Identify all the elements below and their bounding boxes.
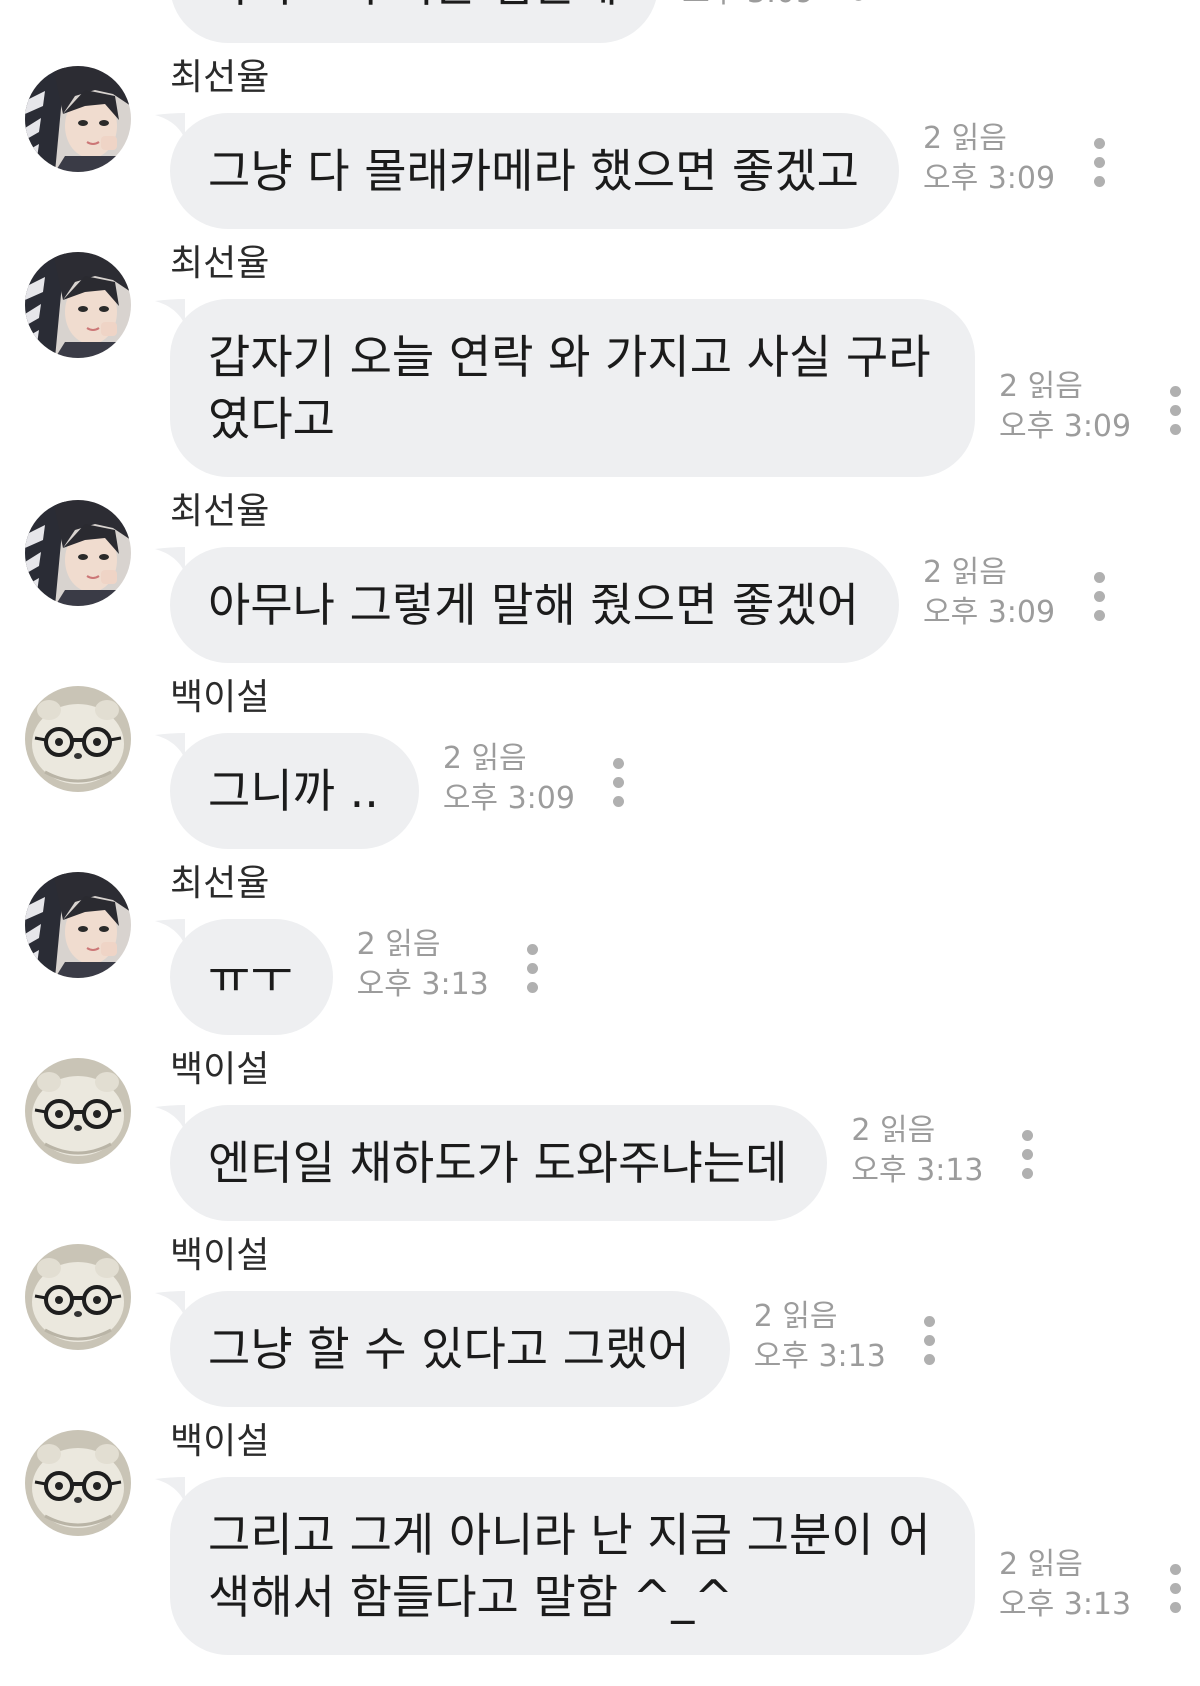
message-time: 오후 3:13 bbox=[851, 1153, 984, 1188]
read-count: 2 읽음 bbox=[442, 741, 527, 776]
message-bubble[interactable]: 그리고 그게 아니라 난 지금 그분이 어색해서 함들다고 말함 ^_^ bbox=[170, 1477, 975, 1655]
bubble-tail-icon bbox=[155, 113, 185, 139]
bubble-tail-icon bbox=[155, 919, 185, 945]
message-row: 백이설 엔터일 채하도가 도와주냐는데 2 읽음 오후 3:13 bbox=[0, 1038, 1200, 1224]
selfie-avatar-icon bbox=[25, 66, 131, 172]
message-meta: 2 읽음 오후 3:09 bbox=[999, 367, 1131, 447]
message-bubble[interactable]: 엔터일 채하도가 도와주냐는데 bbox=[170, 1105, 828, 1221]
message-time: 오후 3:09 bbox=[922, 161, 1056, 196]
glasses-plush-avatar-icon bbox=[25, 1058, 131, 1164]
sender-avatar[interactable] bbox=[25, 1244, 131, 1350]
read-count: 2 읽음 bbox=[356, 927, 441, 962]
read-count: 2 읽음 bbox=[851, 1113, 936, 1148]
message-meta: 2 읽음 오후 3:09 bbox=[923, 553, 1055, 633]
bubble-tail-icon bbox=[155, 733, 185, 759]
selfie-avatar-icon bbox=[25, 500, 131, 606]
bubble-tail-icon bbox=[155, 1477, 185, 1503]
bubble-tail-icon bbox=[155, 547, 185, 573]
message-meta: 2 읽음 오후 3:13 bbox=[357, 925, 489, 1005]
chat-message-list[interactable]: 아직도 우리는 힘든데 2 읽음 오후 3:09 최선율 그냥 다 몰래카메라 … bbox=[0, 0, 1200, 1658]
message-row: 최선율 갑자기 오늘 연락 와 가지고 사실 구라였다고 2 읽음 오후 3:0… bbox=[0, 232, 1200, 480]
vertical-ellipsis-icon[interactable] bbox=[1169, 386, 1181, 435]
sender-name: 최선율 bbox=[170, 57, 270, 98]
message-row: 아직도 우리는 힘든데 2 읽음 오후 3:09 bbox=[0, 0, 1200, 46]
glasses-plush-avatar-icon bbox=[25, 1430, 131, 1536]
vertical-ellipsis-icon[interactable] bbox=[852, 0, 864, 1]
message-row: 백이설 그냥 할 수 있다고 그랬어 2 읽음 오후 3:13 bbox=[0, 1224, 1200, 1410]
message-meta: 2 읽음 오후 3:09 bbox=[443, 739, 575, 819]
message-row: 최선율 그냥 다 몰래카메라 했으면 좋겠고 2 읽음 오후 3:09 bbox=[0, 46, 1200, 232]
read-count: 2 읽음 bbox=[999, 369, 1083, 404]
message-meta: 2 읽음 오후 3:09 bbox=[682, 0, 814, 13]
read-count: 2 읽음 bbox=[999, 1547, 1083, 1582]
glasses-plush-avatar-icon bbox=[25, 1244, 131, 1350]
message-row: 최선율 아무나 그렇게 말해 줬으면 좋겠어 2 읽음 오후 3:09 bbox=[0, 480, 1200, 666]
sender-avatar[interactable] bbox=[25, 252, 131, 358]
read-count: 2 읽음 bbox=[922, 121, 1007, 156]
sender-avatar[interactable] bbox=[25, 1058, 131, 1164]
message-time: 오후 3:09 bbox=[922, 595, 1056, 630]
message-bubble[interactable]: 아직도 우리는 힘든데 bbox=[170, 0, 659, 43]
message-bubble[interactable]: 그니까 .. bbox=[170, 733, 419, 849]
vertical-ellipsis-icon[interactable] bbox=[1093, 138, 1105, 187]
vertical-ellipsis-icon[interactable] bbox=[1169, 1564, 1181, 1613]
sender-name: 백이설 bbox=[170, 1235, 270, 1276]
message-meta: 2 읽음 오후 3:13 bbox=[999, 1545, 1131, 1625]
sender-avatar[interactable] bbox=[25, 1430, 131, 1536]
sender-avatar[interactable] bbox=[25, 686, 131, 792]
message-meta: 2 읽음 오후 3:09 bbox=[923, 119, 1055, 199]
vertical-ellipsis-icon[interactable] bbox=[1022, 1130, 1034, 1179]
bubble-tail-icon bbox=[155, 1291, 185, 1317]
bubble-tail-icon bbox=[155, 1105, 185, 1131]
sender-name: 백이설 bbox=[170, 1421, 270, 1462]
sender-name: 백이설 bbox=[170, 1049, 270, 1090]
vertical-ellipsis-icon[interactable] bbox=[613, 758, 625, 807]
message-bubble[interactable]: ㅠㅜ bbox=[170, 919, 333, 1035]
sender-avatar[interactable] bbox=[25, 872, 131, 978]
message-time: 오후 3:13 bbox=[753, 1339, 886, 1374]
read-count: 2 읽음 bbox=[922, 555, 1007, 590]
message-row: 백이설 그리고 그게 아니라 난 지금 그분이 어색해서 함들다고 말함 ^_^… bbox=[0, 1410, 1200, 1658]
sender-name: 최선율 bbox=[170, 243, 270, 284]
bubble-tail-icon bbox=[155, 299, 185, 325]
selfie-avatar-icon bbox=[25, 872, 131, 978]
vertical-ellipsis-icon[interactable] bbox=[1093, 572, 1105, 621]
message-row: 최선율 ㅠㅜ 2 읽음 오후 3:13 bbox=[0, 852, 1200, 1038]
message-bubble[interactable]: 아무나 그렇게 말해 줬으면 좋겠어 bbox=[170, 547, 899, 663]
sender-name: 최선율 bbox=[170, 863, 270, 904]
message-time: 오후 3:09 bbox=[442, 781, 575, 816]
message-meta: 2 읽음 오후 3:13 bbox=[754, 1297, 886, 1377]
sender-name: 백이설 bbox=[170, 677, 270, 718]
message-bubble[interactable]: 그냥 할 수 있다고 그랬어 bbox=[170, 1291, 730, 1407]
read-count: 2 읽음 bbox=[753, 1299, 838, 1334]
message-time: 오후 3:13 bbox=[356, 967, 489, 1002]
message-bubble[interactable]: 그냥 다 몰래카메라 했으면 좋겠고 bbox=[170, 113, 899, 229]
sender-avatar[interactable] bbox=[25, 500, 131, 606]
message-time: 오후 3:09 bbox=[999, 409, 1132, 444]
sender-avatar[interactable] bbox=[25, 66, 131, 172]
message-meta: 2 읽음 오후 3:13 bbox=[851, 1111, 983, 1191]
glasses-plush-avatar-icon bbox=[25, 686, 131, 792]
message-bubble[interactable]: 갑자기 오늘 연락 와 가지고 사실 구라였다고 bbox=[170, 299, 975, 477]
vertical-ellipsis-icon[interactable] bbox=[924, 1316, 936, 1365]
sender-name: 최선율 bbox=[170, 491, 270, 532]
selfie-avatar-icon bbox=[25, 252, 131, 358]
message-time: 오후 3:13 bbox=[999, 1587, 1132, 1622]
message-row: 백이설 그니까 .. 2 읽음 오후 3:09 bbox=[0, 666, 1200, 852]
vertical-ellipsis-icon[interactable] bbox=[527, 944, 539, 993]
message-time: 오후 3:09 bbox=[682, 0, 814, 13]
